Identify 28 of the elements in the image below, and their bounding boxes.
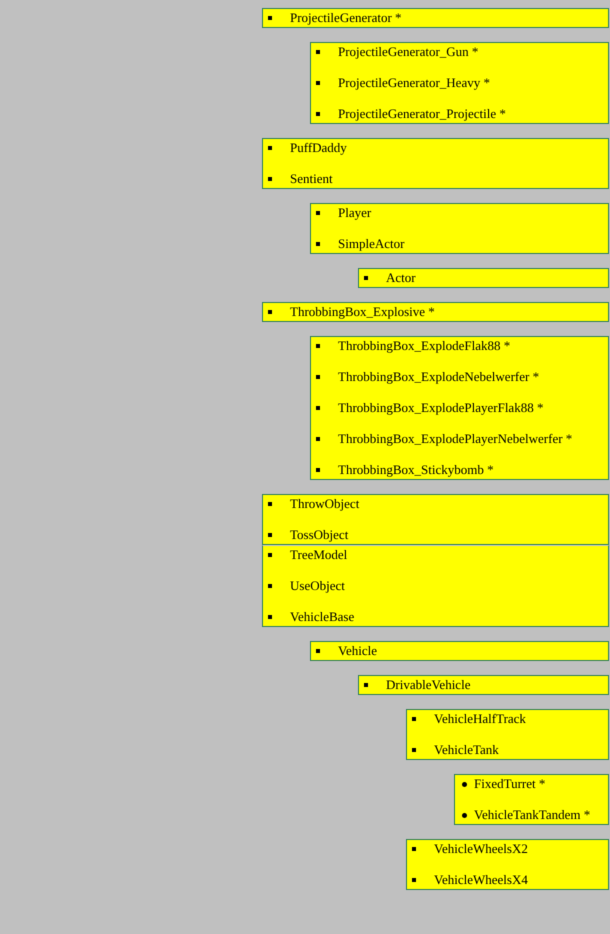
class-name: ProjectileGenerator_Projectile * — [338, 106, 507, 122]
class-name: ProjectileGenerator_Gun * — [338, 44, 480, 60]
class-name: Sentient — [290, 171, 334, 187]
class-name: Actor — [386, 270, 417, 286]
class-name: Vehicle — [338, 643, 378, 659]
class-name: TreeModel — [290, 547, 348, 563]
class-name: ProjectileGenerator * — [290, 10, 403, 26]
class-name: ThrobbingBox_ExplodePlayerNebelwerfer * — [338, 431, 574, 447]
class-name: ThrobbingBox_Stickybomb * — [338, 462, 495, 478]
class-name: SimpleActor — [338, 236, 406, 252]
class-name: Player — [338, 205, 372, 221]
class-name: VehicleBase — [290, 609, 356, 625]
class-name: VehicleHalfTrack — [434, 711, 527, 727]
class-name: VehicleTankTandem * — [474, 807, 592, 823]
class-name: UseObject — [290, 578, 346, 594]
class-name: ThrowObject — [290, 496, 360, 512]
class-name: VehicleTank — [434, 742, 500, 758]
class-name: ThrobbingBox_Explosive * — [290, 304, 436, 320]
class-name: ThrobbingBox_ExplodePlayerFlak88 * — [338, 400, 544, 416]
class-name: TossObject — [290, 527, 350, 543]
class-name: ThrobbingBox_ExplodeFlak88 * — [338, 338, 512, 354]
class-name: ThrobbingBox_ExplodeNebelwerfer * — [338, 369, 540, 385]
class-name: ProjectileGenerator_Heavy * — [338, 75, 491, 91]
class-name: VehicleWheelsX2 — [434, 841, 529, 857]
class-name: PuffDaddy — [290, 140, 348, 156]
class-name: FixedTurret * — [474, 776, 546, 792]
class-name: VehicleWheelsX4 — [434, 872, 529, 888]
class-name: DrivableVehicle — [386, 677, 472, 693]
